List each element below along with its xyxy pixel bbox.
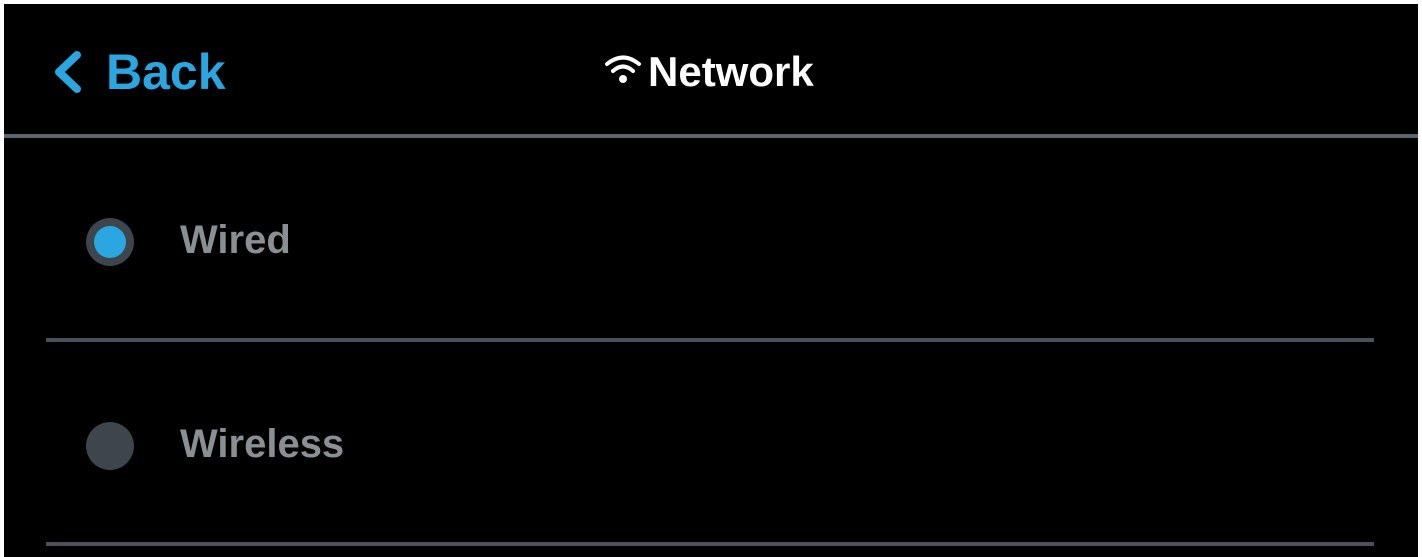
wifi-icon [605,55,641,83]
radio-wired[interactable] [86,218,134,266]
option-label-wireless: Wireless [180,422,345,466]
header-bar: Back Network [4,4,1418,134]
option-wired[interactable]: Wired [46,138,1374,342]
page-title-text: Network [648,48,814,95]
network-settings-screen: Back Network Wired Wireless [4,4,1418,557]
option-label-wired: Wired [180,218,291,262]
radio-wireless[interactable] [86,422,134,470]
row-divider [46,542,1374,546]
option-wireless[interactable]: Wireless [46,342,1374,546]
back-label: Back [106,44,226,100]
page-title: Network [604,42,814,102]
chevron-left-icon [55,51,81,93]
back-button[interactable]: Back [50,42,226,102]
